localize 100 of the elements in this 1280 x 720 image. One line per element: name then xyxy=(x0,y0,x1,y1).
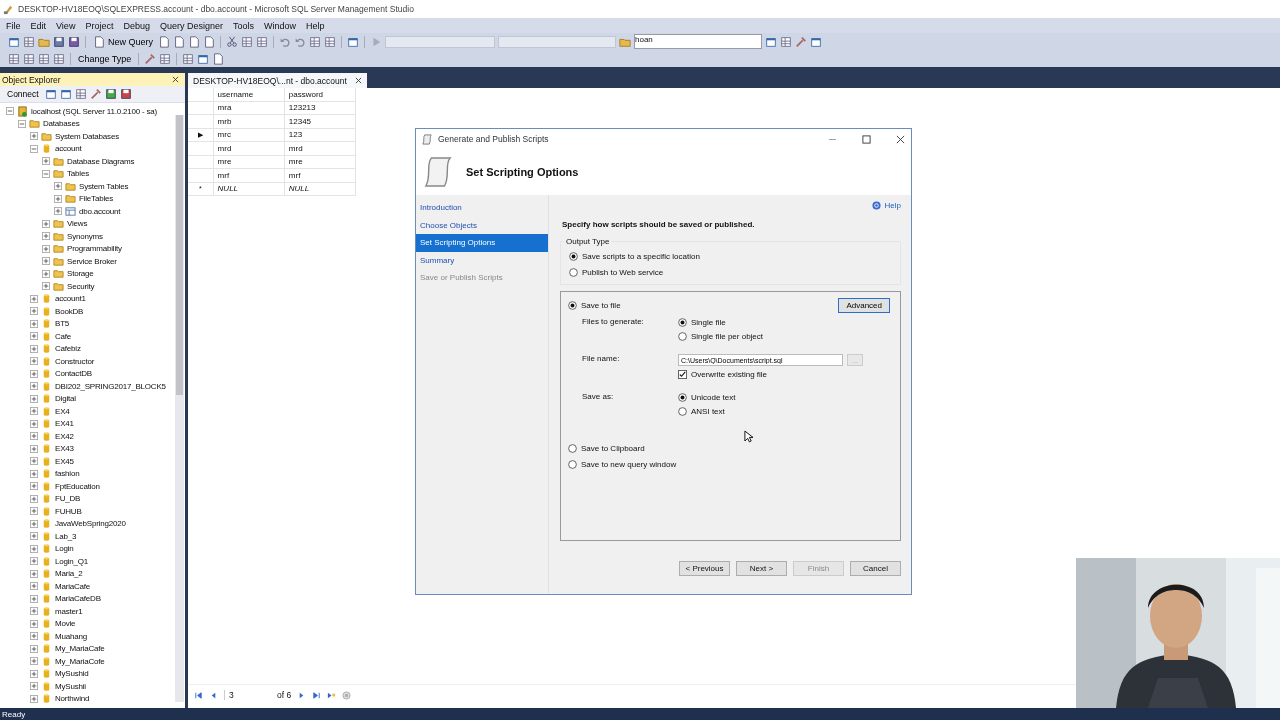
expand-icon[interactable] xyxy=(30,332,38,341)
expand-icon[interactable] xyxy=(42,282,50,291)
tree-item[interactable]: Constructor xyxy=(55,356,95,366)
expand-icon[interactable] xyxy=(30,419,38,428)
tree-item[interactable]: EX4 xyxy=(55,406,70,416)
menu-item[interactable]: Tools xyxy=(232,20,254,31)
grid-icon[interactable] xyxy=(309,35,321,48)
grid-icon[interactable] xyxy=(23,35,35,48)
tree-item[interactable]: EX42 xyxy=(55,431,74,441)
expand-icon[interactable] xyxy=(30,444,38,453)
expand-icon[interactable] xyxy=(54,207,62,216)
radio-label[interactable]: Save to file xyxy=(581,301,621,310)
tree-item[interactable]: MariaCafeDB xyxy=(55,594,101,604)
expand-icon[interactable] xyxy=(30,544,38,553)
stop-icon[interactable] xyxy=(342,690,352,700)
expand-icon[interactable] xyxy=(30,607,38,616)
database-dropdown[interactable]: hoan xyxy=(634,34,762,49)
tree-item[interactable]: FptEducation xyxy=(55,481,100,491)
tree-item[interactable]: Security xyxy=(67,281,95,291)
radio-button[interactable] xyxy=(678,332,687,341)
tree-item[interactable]: BT5 xyxy=(55,319,70,329)
new-query-button[interactable]: New Query xyxy=(91,35,155,48)
expand-icon[interactable] xyxy=(30,532,38,541)
tree-item[interactable]: MariaCafe xyxy=(55,581,91,591)
tree-item[interactable]: account xyxy=(55,144,82,154)
radio-label[interactable]: Single file xyxy=(691,318,726,327)
tree-item[interactable]: Cafe xyxy=(55,331,72,341)
tree-item[interactable]: Login xyxy=(55,544,74,554)
change-type-button[interactable]: Change Type xyxy=(76,53,134,64)
grid-icon[interactable] xyxy=(74,88,87,100)
radio-button[interactable] xyxy=(568,301,577,310)
expand-icon[interactable] xyxy=(30,519,38,528)
grid-icon[interactable] xyxy=(53,52,65,65)
save-icon[interactable] xyxy=(119,88,132,100)
tree-item[interactable]: Lab_3 xyxy=(55,531,77,541)
save-icon[interactable] xyxy=(68,35,80,48)
wizard-step[interactable]: Choose Objects xyxy=(416,216,548,234)
grid-icon[interactable] xyxy=(241,35,253,48)
document-tab[interactable]: DESKTOP-HV18EOQ\...nt - dbo.account xyxy=(188,73,367,88)
expand-icon[interactable] xyxy=(42,219,50,228)
document-icon[interactable] xyxy=(188,35,200,48)
save-icon[interactable] xyxy=(53,35,65,48)
expand-icon[interactable] xyxy=(30,132,38,141)
expand-icon[interactable] xyxy=(30,357,38,366)
window-icon[interactable] xyxy=(8,35,20,48)
expand-icon[interactable] xyxy=(42,269,50,278)
radio-label[interactable]: Unicode text xyxy=(691,393,736,402)
collapse-icon[interactable] xyxy=(30,144,38,153)
advanced-button[interactable]: Advanced xyxy=(838,298,890,313)
scissors-icon[interactable] xyxy=(226,35,238,48)
radio-button[interactable] xyxy=(569,252,578,261)
scrollbar[interactable] xyxy=(175,115,184,702)
wizard-step[interactable]: Set Scripting Options xyxy=(416,234,548,252)
document-icon[interactable] xyxy=(173,35,185,48)
menu-item[interactable]: Help xyxy=(306,20,325,31)
tree-item[interactable]: ContactDB xyxy=(55,369,92,379)
window-icon[interactable] xyxy=(44,88,57,100)
tree-item[interactable]: EX41 xyxy=(55,419,74,429)
grid-icon[interactable] xyxy=(8,52,20,65)
radio-label[interactable]: Single file per object xyxy=(691,332,764,341)
checkbox[interactable] xyxy=(678,370,687,379)
tree-item[interactable]: master1 xyxy=(55,606,83,616)
tree-item[interactable]: System Tables xyxy=(79,181,129,191)
expand-icon[interactable] xyxy=(30,469,38,478)
wizard-button[interactable]: Cancel xyxy=(850,561,901,576)
close-icon[interactable] xyxy=(896,134,905,144)
expand-icon[interactable] xyxy=(30,507,38,516)
tree-item[interactable]: Northwind xyxy=(55,694,90,704)
expand-icon[interactable] xyxy=(54,182,62,191)
radio-button[interactable] xyxy=(568,444,577,453)
previous-icon[interactable] xyxy=(209,690,218,700)
tree-item[interactable]: Muahang xyxy=(55,631,87,641)
tree-item[interactable]: localhost (SQL Server 11.0.2100 - sa) xyxy=(31,106,157,116)
expand-icon[interactable] xyxy=(30,582,38,591)
tools-icon[interactable] xyxy=(89,88,102,100)
window-icon[interactable] xyxy=(197,52,210,65)
close-icon[interactable] xyxy=(354,77,362,84)
tree-item[interactable]: EX43 xyxy=(55,444,74,454)
document-icon[interactable] xyxy=(212,52,225,65)
menu-item[interactable]: Project xyxy=(85,20,114,31)
tree-item[interactable]: fashion xyxy=(55,469,80,479)
close-icon[interactable] xyxy=(172,76,179,83)
wizard-step[interactable]: Summary xyxy=(416,251,548,269)
tree-item[interactable]: Database Diagrams xyxy=(67,156,135,166)
column-header[interactable]: password xyxy=(284,88,356,101)
tree-item[interactable]: Storage xyxy=(67,269,94,279)
grid-icon[interactable] xyxy=(23,52,35,65)
expand-icon[interactable] xyxy=(30,644,38,653)
radio-button[interactable] xyxy=(568,460,577,469)
collapse-icon[interactable] xyxy=(6,107,14,116)
tools-icon[interactable] xyxy=(144,52,157,65)
collapse-icon[interactable] xyxy=(42,169,50,178)
tree-item[interactable]: DBI202_SPRING2017_BLOCK5 xyxy=(55,381,166,391)
radio-button[interactable] xyxy=(678,318,687,327)
expand-icon[interactable] xyxy=(30,432,38,441)
expand-icon[interactable] xyxy=(30,482,38,491)
radio-label[interactable]: Save scripts to a specific location xyxy=(582,252,700,261)
menu-item[interactable]: Query Designer xyxy=(159,20,223,31)
expand-icon[interactable] xyxy=(30,394,38,403)
expand-icon[interactable] xyxy=(30,369,38,378)
